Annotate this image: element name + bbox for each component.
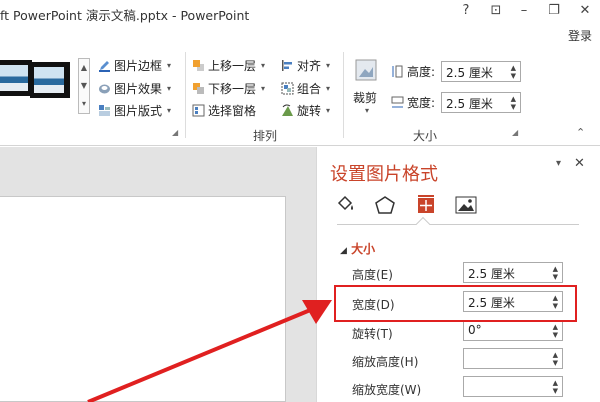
gallery-more-icon[interactable]: ▾	[79, 95, 89, 113]
pane-scale-width-input[interactable]: ▲ ▼	[463, 376, 563, 397]
arrange-group-label: 排列	[253, 129, 278, 143]
rotate-icon	[282, 104, 293, 116]
scroll-down-icon[interactable]: ▼	[79, 77, 89, 95]
height-label: 高度(E)	[352, 268, 393, 282]
group-divider	[343, 52, 344, 138]
ribbon-width-label: 宽度:	[391, 94, 435, 111]
pane-height-input[interactable]: 2.5 厘米 ▲ ▼	[463, 262, 563, 283]
align-icon	[282, 60, 292, 71]
crop-icon	[355, 59, 377, 81]
annotation-arrow-icon	[87, 300, 332, 402]
bring-forward-button[interactable]: 上移一层 ▾	[192, 57, 265, 74]
ribbon-height-input[interactable]: 2.5 厘米 ▲ ▼	[441, 61, 521, 82]
fill-line-icon[interactable]	[335, 195, 357, 215]
pane-rotate-input[interactable]: 0° ▲ ▼	[463, 320, 563, 341]
picture-layout-button[interactable]: 图片版式 ▾	[98, 102, 171, 119]
annotation-highlight-box	[334, 285, 577, 322]
group-button[interactable]: 组合 ▾	[281, 80, 330, 97]
layout-icon	[99, 105, 110, 116]
pane-options-icon[interactable]: ▾	[556, 158, 561, 169]
scale-width-spinner[interactable]: ▲ ▼	[553, 379, 558, 395]
picture-style-thumb[interactable]	[0, 60, 32, 96]
rotate-label: 旋转(T)	[352, 327, 393, 341]
size-section-header[interactable]: ◢ 大小	[340, 240, 375, 257]
size-properties-icon[interactable]	[415, 195, 437, 215]
send-backward-button[interactable]: 下移一层 ▾	[192, 80, 265, 97]
pane-scale-height-input[interactable]: ▲ ▼	[463, 348, 563, 369]
window-title: ft PowerPoint 演示文稿.pptx - PowerPoint	[0, 8, 250, 23]
size-group-label: 大小	[413, 129, 438, 143]
height-spinner[interactable]: ▲ ▼	[553, 265, 558, 281]
align-button[interactable]: 对齐 ▾	[281, 57, 330, 74]
group-icon	[281, 82, 294, 95]
close-button[interactable]: ✕	[575, 3, 595, 18]
height-icon	[392, 65, 403, 78]
pane-title: 设置图片格式	[330, 164, 438, 185]
minimize-button[interactable]: –	[514, 3, 534, 18]
pane-close-icon[interactable]: ✕	[574, 156, 585, 171]
scale-width-label: 缩放宽度(W)	[352, 383, 422, 397]
send-backward-icon	[193, 83, 204, 94]
picture-border-button[interactable]: 图片边框 ▾	[98, 57, 171, 74]
scale-height-spinner[interactable]: ▲ ▼	[553, 351, 558, 367]
pane-divider	[337, 224, 579, 225]
crop-button[interactable]: 裁剪 ▾	[353, 57, 379, 115]
height-spinner[interactable]: ▲ ▼	[511, 64, 516, 80]
picture-style-thumb[interactable]	[30, 62, 70, 98]
rotate-button[interactable]: 旋转 ▾	[281, 102, 330, 119]
dialog-launcher-icon[interactable]: ◢	[172, 128, 178, 137]
rotate-spinner[interactable]: ▲ ▼	[553, 323, 558, 339]
ribbon-height-label: 高度:	[391, 63, 435, 80]
restore-button[interactable]: ❐	[544, 3, 564, 18]
picture-icon[interactable]	[455, 195, 477, 215]
help-button[interactable]: ?	[456, 3, 476, 18]
title-bar: ft PowerPoint 演示文稿.pptx - PowerPoint	[0, 0, 600, 26]
selection-pane-button[interactable]: 选择窗格	[192, 102, 256, 119]
width-spinner[interactable]: ▲ ▼	[511, 95, 516, 111]
collapse-ribbon-icon[interactable]: ⌃	[576, 126, 585, 139]
width-icon	[391, 96, 404, 108]
ribbon-width-input[interactable]: 2.5 厘米 ▲ ▼	[441, 92, 521, 113]
effects-icon	[99, 84, 110, 94]
ribbon-display-options-icon[interactable]: ⊡	[486, 3, 506, 18]
bring-forward-icon	[193, 60, 204, 71]
selection-pane-icon	[192, 104, 205, 117]
picture-effects-button[interactable]: 图片效果 ▾	[98, 80, 171, 97]
group-divider	[185, 52, 186, 138]
scroll-up-icon[interactable]: ▲	[79, 59, 89, 77]
collapse-triangle-icon: ◢	[340, 246, 347, 256]
scale-height-label: 缩放高度(H)	[352, 355, 419, 369]
effects-pentagon-icon[interactable]	[374, 195, 396, 215]
pencil-icon	[99, 61, 110, 72]
dialog-launcher-icon[interactable]: ◢	[512, 128, 518, 137]
gallery-scroll[interactable]: ▲ ▼ ▾	[78, 58, 90, 114]
